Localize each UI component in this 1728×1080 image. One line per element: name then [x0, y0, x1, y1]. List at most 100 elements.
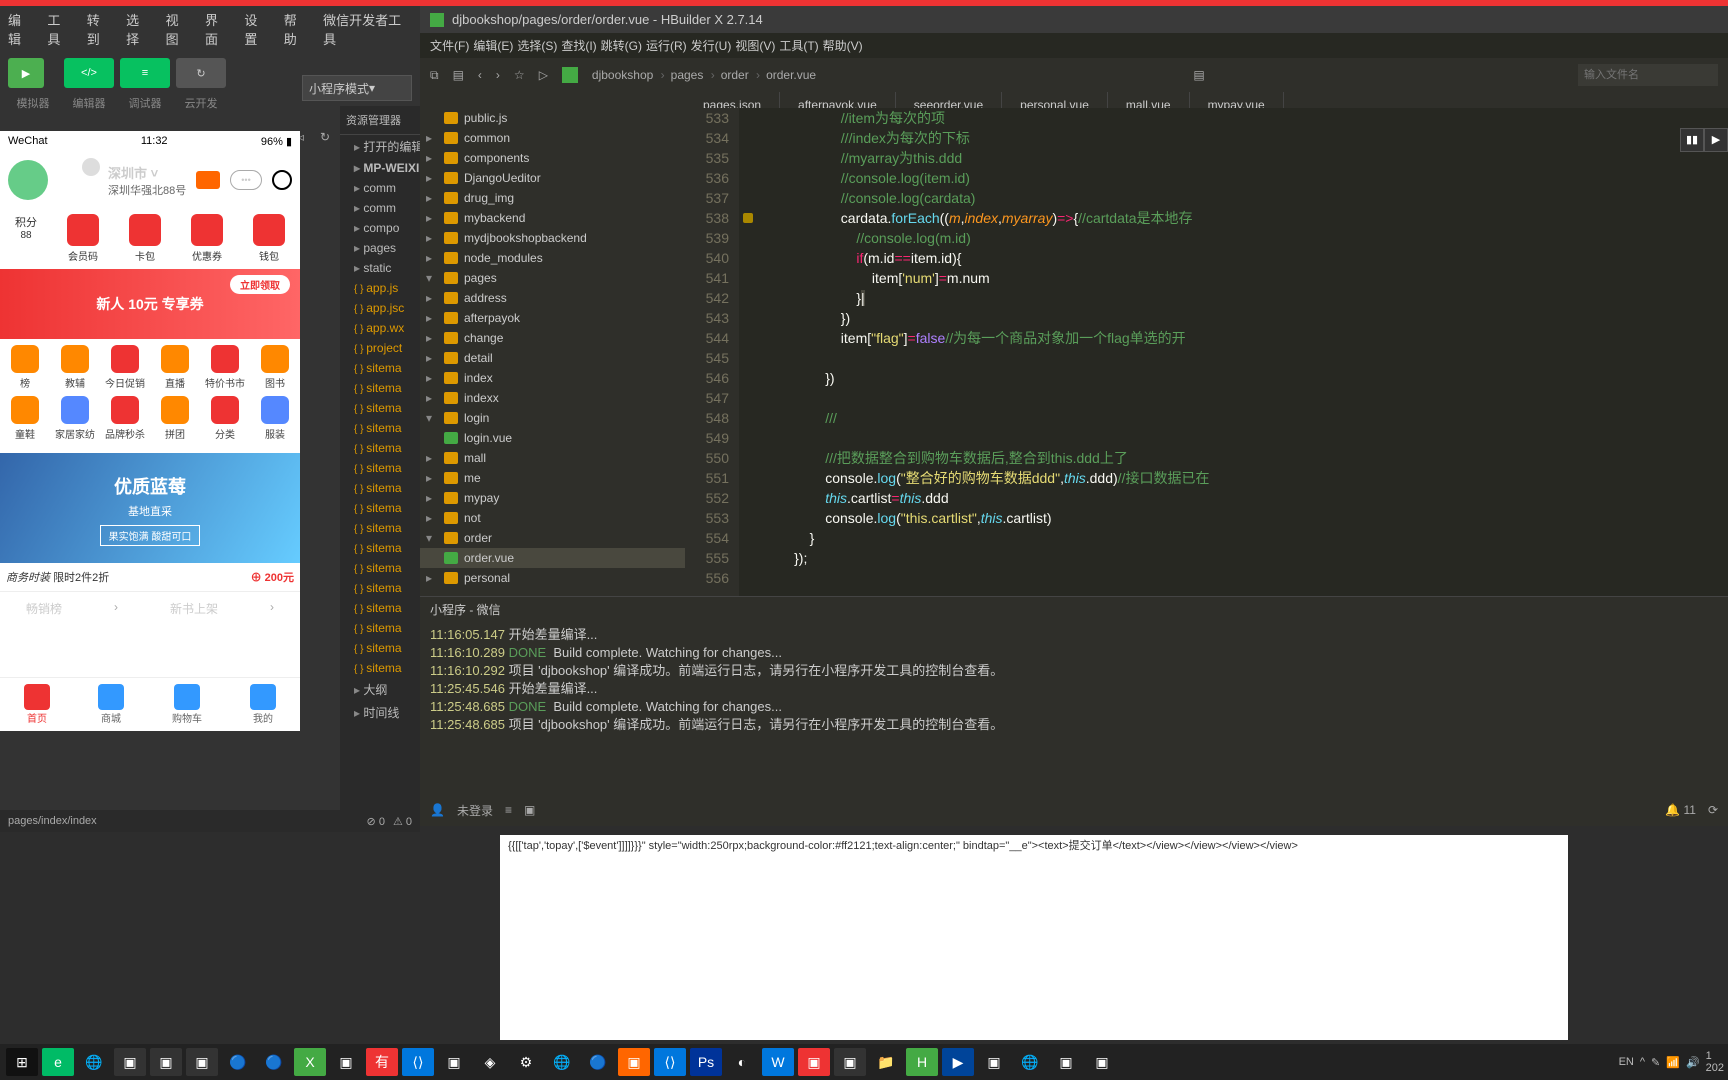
nav-home[interactable]: 首页	[24, 684, 50, 725]
file[interactable]: sitema	[340, 418, 420, 438]
menu-select[interactable]: 选择	[126, 10, 151, 48]
file[interactable]: sitema	[340, 438, 420, 458]
file[interactable]: sitema	[340, 538, 420, 558]
lang-indicator[interactable]: EN	[1619, 1056, 1634, 1068]
tree-file[interactable]: public.js	[420, 108, 685, 128]
pause-icon[interactable]: ▮▮	[1680, 128, 1704, 152]
grid-item[interactable]: 今日促销	[100, 345, 150, 390]
grid-item[interactable]: 童鞋	[0, 396, 50, 441]
tree-folder[interactable]: ▾ login	[420, 408, 685, 428]
file[interactable]: sitema	[340, 618, 420, 638]
run-icon[interactable]: ▷	[539, 68, 548, 82]
file[interactable]: project	[340, 338, 420, 358]
tree-folder[interactable]: ▸ node_modules	[420, 248, 685, 268]
folder[interactable]: comm	[340, 178, 420, 198]
file[interactable]: sitema	[340, 398, 420, 418]
console-output[interactable]: 11:16:05.147 开始差量编译...11:16:10.289 DONE …	[420, 622, 1728, 738]
file[interactable]: sitema	[340, 358, 420, 378]
wxml-panel[interactable]: {{[['tap','topay',['$event']]]]}}}" styl…	[500, 835, 1568, 1040]
login-status[interactable]: 未登录	[457, 802, 493, 819]
grid-item[interactable]: 家居家纺	[50, 396, 100, 441]
edge-icon[interactable]: e	[42, 1048, 74, 1076]
quick-open-icon[interactable]: ▤	[1193, 68, 1204, 82]
tab-newbook[interactable]: 新书上架	[170, 600, 218, 617]
notification-icon[interactable]: 🔔 11	[1665, 803, 1696, 817]
app-icon[interactable]: 🔵	[222, 1048, 254, 1076]
tree-folder[interactable]: ▸ not	[420, 508, 685, 528]
crumb-file[interactable]: order.vue	[766, 68, 820, 82]
file[interactable]: sitema	[340, 658, 420, 678]
code-content[interactable]: //item为每次的项 ///index为每次的下标 //myarray为thi…	[763, 108, 1728, 568]
mode-select[interactable]: 小程序模式 ▾	[302, 75, 412, 101]
file[interactable]: sitema	[340, 638, 420, 658]
file[interactable]: app.wx	[340, 318, 420, 338]
grid-item[interactable]: 拼团	[150, 396, 200, 441]
tree-folder[interactable]: ▸ personal	[420, 568, 685, 588]
console-tab[interactable]: 小程序 - 微信	[420, 597, 1728, 622]
photoshop-icon[interactable]: Ps	[690, 1048, 722, 1076]
file[interactable]: app.jsc	[340, 298, 420, 318]
crumb-folder[interactable]: order	[721, 68, 760, 82]
save-icon[interactable]: ▤	[453, 68, 464, 82]
tree-folder[interactable]: ▸ mydjbookshopbackend	[420, 228, 685, 248]
file[interactable]: sitema	[340, 518, 420, 538]
terminal-icon[interactable]: ▣	[524, 803, 535, 817]
wifi-icon[interactable]: 📶	[1666, 1056, 1680, 1069]
app-icon[interactable]: ◈	[474, 1048, 506, 1076]
menu-view[interactable]: 视图(V)	[735, 37, 775, 54]
folder[interactable]: pages	[340, 238, 420, 258]
project-root[interactable]: MP-WEIXIN	[340, 158, 420, 178]
menu-wx[interactable]: 微信开发者工具	[323, 10, 412, 48]
tree-folder[interactable]: ▸ index	[420, 368, 685, 388]
wallet[interactable]: 钱包	[253, 214, 285, 263]
app-icon[interactable]: ▶	[942, 1048, 974, 1076]
file[interactable]: app.js	[340, 278, 420, 298]
vscode-icon[interactable]: ⟨⟩	[654, 1048, 686, 1076]
card-pack[interactable]: 卡包	[129, 214, 161, 263]
grid-item[interactable]: 分类	[200, 396, 250, 441]
close-icon[interactable]	[272, 170, 292, 190]
refresh-icon[interactable]: ↻	[320, 130, 330, 147]
menu-publish[interactable]: 发行(U)	[691, 37, 732, 54]
app-icon[interactable]: ▣	[1086, 1048, 1118, 1076]
tree-folder[interactable]: ▸ afterpayok	[420, 308, 685, 328]
points-cell[interactable]: 积分88	[15, 214, 37, 263]
grid-item[interactable]: 品牌秒杀	[100, 396, 150, 441]
menu-help[interactable]: 帮助	[284, 10, 309, 48]
app-icon[interactable]: ⚙	[510, 1048, 542, 1076]
folder[interactable]: static	[340, 258, 420, 278]
start-button[interactable]: ⊞	[6, 1048, 38, 1076]
step-icon[interactable]: ▶	[1704, 128, 1728, 152]
menu-edit[interactable]: 编辑	[8, 10, 33, 48]
grid-item[interactable]: 榜	[0, 345, 50, 390]
menu-select[interactable]: 选择(S)	[517, 37, 557, 54]
app-icon[interactable]: ◐	[726, 1048, 758, 1076]
error-count[interactable]: ⊘ 0	[367, 815, 385, 828]
tree-folder[interactable]: ▸ me	[420, 468, 685, 488]
outline[interactable]: 大纲	[340, 678, 420, 701]
terminal-icon[interactable]: ▣	[186, 1048, 218, 1076]
tab-bestseller[interactable]: 畅销榜	[26, 600, 62, 617]
devtools-taskbar-icon[interactable]: ▣	[834, 1048, 866, 1076]
menu-settings[interactable]: 设置	[244, 10, 269, 48]
nav-mall[interactable]: 商城	[98, 684, 124, 725]
app-icon[interactable]: ▣	[1050, 1048, 1082, 1076]
newuser-banner[interactable]: 新人 10元 专享券 立即领取	[0, 269, 300, 339]
editor-button[interactable]: </>	[64, 58, 114, 88]
file[interactable]: sitema	[340, 558, 420, 578]
tree-folder[interactable]: ▸ mypay	[420, 488, 685, 508]
word-icon[interactable]: W	[762, 1048, 794, 1076]
menu-tools[interactable]: 工具(T)	[779, 37, 818, 54]
tray-icon[interactable]: ✎	[1651, 1056, 1660, 1069]
folder[interactable]: compo	[340, 218, 420, 238]
app-icon[interactable]: ▣	[438, 1048, 470, 1076]
app-icon[interactable]: 有	[366, 1048, 398, 1076]
hbuilder-taskbar-icon[interactable]: H	[906, 1048, 938, 1076]
tree-file[interactable]: login.vue	[420, 428, 685, 448]
message-icon[interactable]	[196, 171, 220, 189]
tree-folder[interactable]: ▸ mybackend	[420, 208, 685, 228]
warning-count[interactable]: ⚠ 0	[393, 815, 412, 828]
menu-goto[interactable]: 跳转(G)	[601, 37, 642, 54]
folder-icon[interactable]: 📁	[870, 1048, 902, 1076]
folder[interactable]: comm	[340, 198, 420, 218]
